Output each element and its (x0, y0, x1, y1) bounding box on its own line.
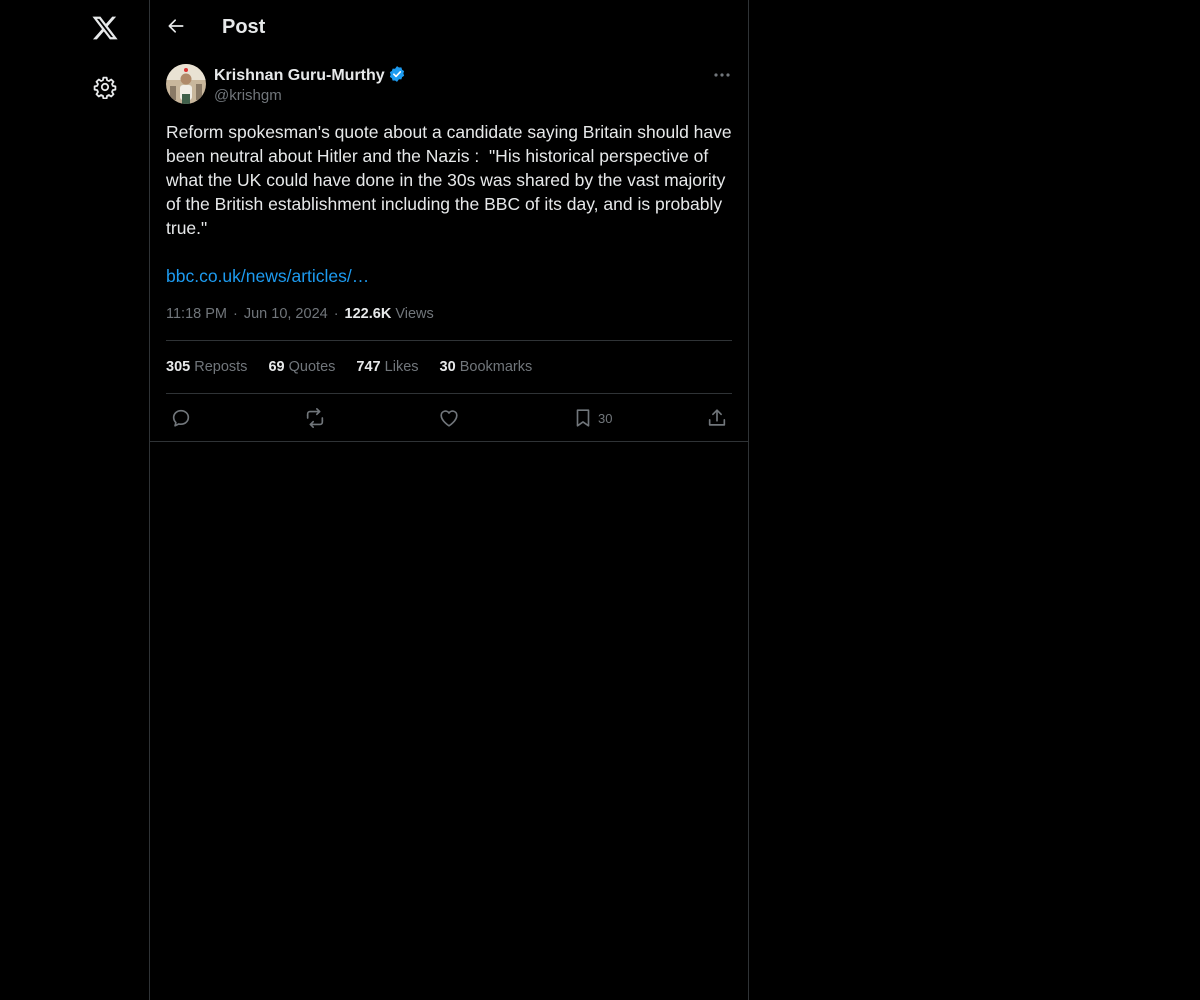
author-handle[interactable]: @krishgm (214, 86, 282, 106)
stat-likes[interactable]: 747 Likes (356, 357, 418, 377)
share-button[interactable] (706, 406, 728, 430)
bookmark-count: 30 (598, 410, 613, 426)
post-link[interactable]: bbc.co.uk/news/articles/… (166, 264, 369, 288)
reply-icon (172, 409, 190, 427)
divider (166, 340, 732, 341)
post-date[interactable]: Jun 10, 2024 (244, 306, 328, 322)
page-title: Post (222, 16, 266, 38)
page-header: Post (150, 0, 748, 53)
stat-reposts[interactable]: 305 Reposts (166, 357, 247, 377)
gear-icon[interactable] (93, 75, 117, 99)
heart-icon (440, 410, 458, 427)
post-time[interactable]: 11:18 PM (166, 306, 227, 322)
engagement-stats: 305 Reposts 69 Quotes 747 Likes 30 Bookm… (166, 357, 549, 377)
divider (150, 441, 748, 442)
bookmark-icon (576, 409, 590, 427)
verified-badge-icon (389, 66, 404, 82)
repost-icon (306, 408, 324, 428)
arrow-left-icon[interactable] (166, 16, 186, 36)
author-name[interactable]: Krishnan Guru-Murthy (214, 65, 406, 86)
views-label: Views (395, 306, 434, 322)
repost-button[interactable] (304, 406, 326, 430)
views-count: 122.6K (344, 306, 392, 322)
left-sidebar (0, 0, 150, 1000)
stat-quotes[interactable]: 69 Quotes (268, 357, 335, 377)
bookmark-button[interactable]: 30 (572, 406, 612, 430)
stat-bookmarks[interactable]: 30 Bookmarks (440, 357, 533, 377)
separator-dot: · (333, 306, 339, 322)
separator-dot: · (233, 306, 238, 322)
share-icon (708, 409, 726, 426)
main-column: Post Krishnan Guru-Murthy @krishgm Refor… (150, 0, 749, 1000)
x-logo-icon[interactable] (91, 14, 119, 42)
more-horizontal-icon[interactable] (712, 65, 732, 85)
post-text: Reform spokesman's quote about a candida… (166, 122, 737, 238)
post-actions: 30 (166, 404, 732, 432)
divider (166, 393, 732, 394)
post-meta: 11:18 PM · Jun 10, 2024 · 122.6K Views (166, 304, 434, 324)
avatar[interactable] (166, 64, 206, 104)
reply-button[interactable] (170, 406, 192, 430)
like-button[interactable] (438, 406, 460, 430)
